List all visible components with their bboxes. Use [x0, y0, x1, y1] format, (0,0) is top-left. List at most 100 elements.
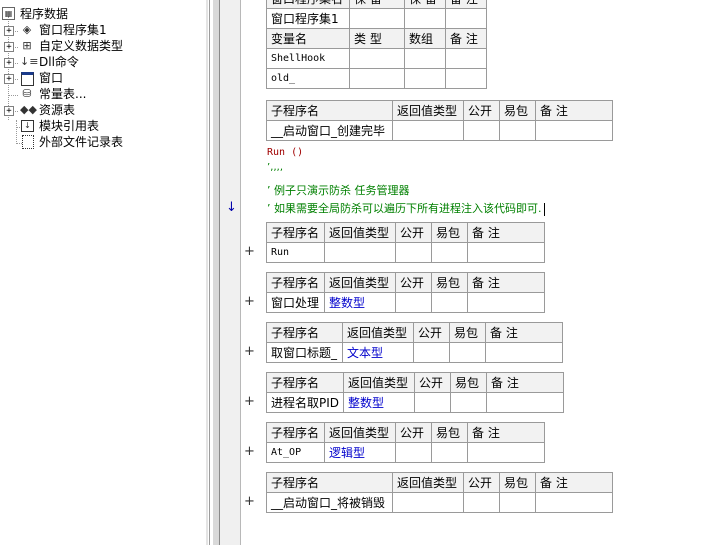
expand-icon[interactable]: +: [4, 58, 14, 68]
sub-header-remark: 备 注: [535, 100, 613, 121]
sub-cell[interactable]: [450, 392, 488, 413]
sub-return-cell[interactable]: 逻辑型: [324, 442, 396, 463]
sub-header-remark: 备 注: [467, 272, 545, 293]
expand-icon[interactable]: +: [4, 74, 14, 84]
assembly-header-remark: 备 注: [445, 0, 487, 9]
program-data-icon: ▦: [2, 7, 15, 20]
sub-header-return: 返回值类型: [324, 422, 396, 443]
sub-header-easypkg: 易包: [450, 372, 488, 393]
sub-name-cell[interactable]: 取窗口标题_: [266, 342, 343, 363]
sub-table: 子程序名 返回值类型 公开 易包 备 注 __启动窗口_将被销毁: [266, 472, 613, 513]
assembly-header-name: 窗口程序集名: [266, 0, 350, 9]
sub-return-cell[interactable]: [324, 242, 396, 263]
sub-cell[interactable]: [499, 492, 536, 513]
var-name-cell[interactable]: ShellHook: [266, 48, 350, 69]
expand-icon[interactable]: +: [4, 106, 14, 116]
dll-icon: ↓≡: [20, 55, 39, 68]
sub-header-name: 子程序名: [266, 472, 393, 493]
sub-header-easypkg: 易包: [431, 222, 468, 243]
constant-icon: ⛁: [22, 87, 32, 100]
sub-cell[interactable]: [467, 242, 545, 263]
code-comment-current[interactable]: ’ 如果需要全局防杀可以遍历下所有进程注入该代码即可.: [267, 200, 545, 216]
expand-sub-icon[interactable]: +: [244, 494, 255, 509]
sub-cell[interactable]: [467, 442, 545, 463]
sub-name-cell[interactable]: __启动窗口_创建完毕: [266, 120, 393, 141]
sub-table: 子程序名 返回值类型 公开 易包 备 注 At_OP 逻辑型: [266, 422, 545, 463]
sub-header-return: 返回值类型: [392, 100, 464, 121]
expand-sub-icon[interactable]: +: [244, 294, 255, 309]
var-cell[interactable]: [445, 68, 487, 89]
code-comment[interactable]: ’ 例子只演示防杀 任务管理器: [267, 182, 410, 198]
sub-cell[interactable]: [486, 392, 565, 413]
expand-sub-icon[interactable]: +: [244, 244, 255, 259]
assembly-cell[interactable]: [445, 8, 487, 29]
sub-cell[interactable]: [463, 492, 500, 513]
sub-header-name: 子程序名: [266, 222, 325, 243]
sub-name-cell[interactable]: __启动窗口_将被销毁: [266, 492, 393, 513]
assembly-table: 窗口程序集名 保 留 保 留 备 注 窗口程序集1 变量名 类 型 数组 备 注…: [266, 0, 487, 89]
var-header-array: 数组: [404, 28, 446, 49]
sub-cell[interactable]: [431, 442, 468, 463]
expand-sub-icon[interactable]: +: [244, 394, 255, 409]
sub-cell[interactable]: [485, 342, 563, 363]
expand-icon[interactable]: +: [4, 42, 14, 52]
datatype-icon: ⊞: [22, 39, 32, 52]
sub-name-cell[interactable]: At_OP: [266, 442, 325, 463]
var-name-cell[interactable]: old_: [266, 68, 350, 89]
sub-table: 子程序名 返回值类型 公开 易包 备 注 __启动窗口_创建完毕: [266, 100, 613, 141]
assembly-cell[interactable]: [349, 8, 405, 29]
sub-cell[interactable]: [413, 342, 450, 363]
var-cell[interactable]: [445, 48, 487, 69]
sub-cell[interactable]: [395, 292, 432, 313]
file-icon: [22, 135, 34, 149]
sub-header-return: 返回值类型: [342, 322, 414, 343]
sub-header-remark: 备 注: [467, 222, 545, 243]
sub-table: 子程序名 返回值类型 公开 易包 备 注 进程名取PID 整数型: [265, 372, 565, 413]
var-cell[interactable]: [349, 48, 405, 69]
sub-header-easypkg: 易包: [431, 422, 468, 443]
sub-name-cell[interactable]: Run: [266, 242, 325, 263]
sub-header-public: 公开: [395, 272, 432, 293]
sub-cell[interactable]: [414, 392, 452, 413]
assembly-cell[interactable]: [404, 8, 446, 29]
sub-header-remark: 备 注: [535, 472, 613, 493]
sub-cell[interactable]: [431, 292, 468, 313]
expand-sub-icon[interactable]: +: [244, 444, 255, 459]
var-cell[interactable]: [349, 68, 405, 89]
sub-return-cell[interactable]: 文本型: [342, 342, 414, 363]
current-line-arrow-icon: ↓: [226, 200, 237, 215]
sub-name-cell[interactable]: 窗口处理: [266, 292, 325, 313]
sub-header-return: 返回值类型: [324, 222, 396, 243]
sub-cell[interactable]: [395, 442, 432, 463]
sub-cell[interactable]: [463, 120, 500, 141]
sub-cell[interactable]: [431, 242, 468, 263]
sub-name-cell[interactable]: 进程名取PID: [265, 392, 345, 413]
sub-header-name: 子程序名: [266, 422, 325, 443]
sub-cell[interactable]: [499, 120, 536, 141]
code-comment[interactable]: ’‚‚‚‚: [267, 162, 283, 173]
sub-header-easypkg: 易包: [431, 272, 468, 293]
assembly-name-cell[interactable]: 窗口程序集1: [266, 8, 350, 29]
sub-header-easypkg: 易包: [499, 472, 536, 493]
sub-table: 子程序名 返回值类型 公开 易包 备 注 窗口处理 整数型: [266, 272, 545, 313]
sub-return-cell[interactable]: 整数型: [343, 392, 416, 413]
sub-cell[interactable]: [535, 492, 613, 513]
sub-header-remark: 备 注: [467, 422, 545, 443]
var-cell[interactable]: [404, 48, 446, 69]
sub-cell[interactable]: [395, 242, 432, 263]
sub-return-cell[interactable]: 整数型: [324, 292, 396, 313]
sub-header-return: 返回值类型: [324, 272, 396, 293]
code-line[interactable]: Run (): [267, 147, 303, 158]
var-header-type: 类 型: [349, 28, 405, 49]
sub-cell[interactable]: [467, 292, 545, 313]
sub-return-cell[interactable]: [392, 492, 464, 513]
sub-return-cell[interactable]: [392, 120, 464, 141]
code-comment-text: ’ 如果需要全局防杀可以遍历下所有进程注入该代码即可.: [267, 202, 542, 215]
assembly-header-reserved: 保 留: [349, 0, 405, 9]
expand-sub-icon[interactable]: +: [244, 344, 255, 359]
expand-icon[interactable]: +: [4, 26, 14, 36]
sub-cell[interactable]: [449, 342, 486, 363]
gutter-edge: [240, 0, 241, 545]
sub-cell[interactable]: [535, 120, 613, 141]
var-cell[interactable]: [404, 68, 446, 89]
